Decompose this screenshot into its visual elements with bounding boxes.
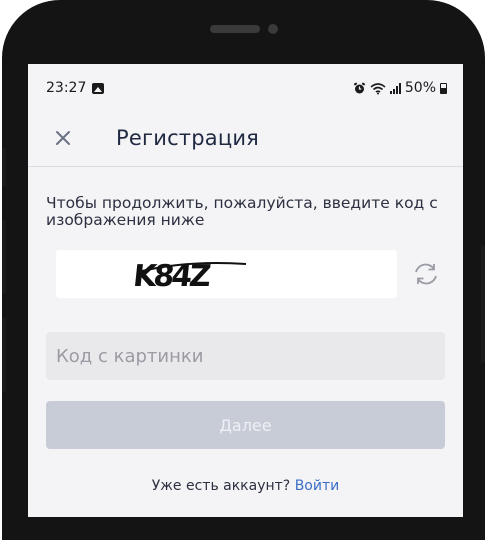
phone-volume-up-button: [2, 220, 6, 294]
phone-side-button: [2, 148, 6, 186]
captcha-prompt: Чтобы продолжить, пожалуйста, введите ко…: [46, 194, 438, 229]
phone-frame: 23:27 50% Регистрация Чтобы продолжить, …: [2, 0, 485, 540]
page-title: Регистрация: [116, 126, 260, 150]
status-icons: 50%: [353, 80, 447, 96]
close-icon: [56, 131, 70, 145]
header: Регистрация: [28, 110, 463, 167]
phone-speaker: [210, 25, 260, 33]
app-screen: 23:27 50% Регистрация Чтобы продолжить, …: [28, 64, 463, 517]
next-button[interactable]: Далее: [46, 401, 445, 449]
image-icon: [92, 82, 105, 94]
signal-icon: [389, 82, 401, 94]
status-time: 23:27: [46, 80, 87, 96]
battery-icon: [440, 82, 447, 94]
have-account-text: Уже есть аккаунт?: [151, 478, 291, 494]
phone-volume-down-button: [2, 318, 6, 392]
login-prompt: Уже есть аккаунт? Войти: [28, 478, 463, 494]
refresh-icon: [415, 263, 437, 285]
close-button[interactable]: [48, 123, 78, 153]
battery-percent: 50%: [404, 80, 436, 96]
refresh-captcha-button[interactable]: [412, 260, 440, 288]
phone-camera: [268, 24, 278, 34]
wifi-icon: [370, 82, 386, 94]
phone-power-button: [481, 246, 485, 362]
status-bar: 23:27 50%: [46, 78, 447, 98]
login-link[interactable]: Войти: [295, 478, 340, 494]
captcha-image: K84Z: [56, 250, 397, 298]
captcha-code-input[interactable]: [46, 332, 445, 380]
alarm-icon: [353, 81, 366, 93]
